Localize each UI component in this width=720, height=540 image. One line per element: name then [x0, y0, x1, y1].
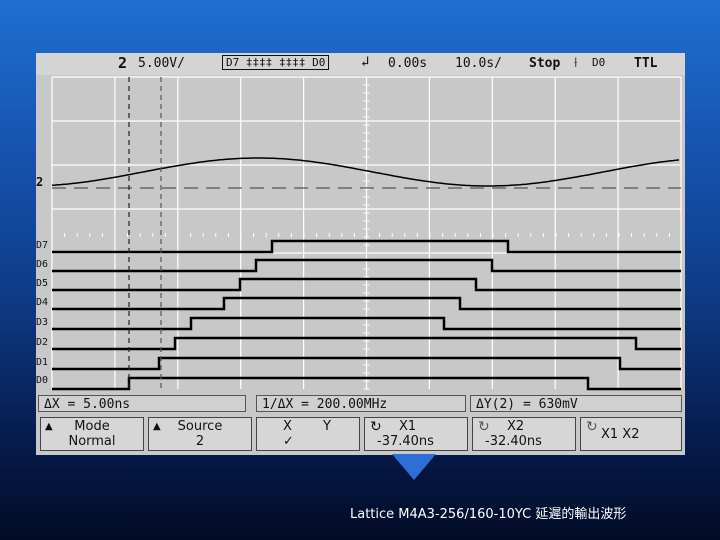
trigger-edge-icon: ⟊	[574, 55, 578, 71]
time-position-icon: ↲	[361, 54, 370, 70]
run-state[interactable]: Stop	[529, 56, 560, 71]
source-label: Source	[177, 419, 223, 434]
digital-channel-mask[interactable]: D7 ‡‡‡‡ ‡‡‡‡ D0	[222, 55, 330, 70]
digital-marker-d5: D5	[36, 278, 49, 289]
volts-per-div[interactable]: 5.00V/	[138, 56, 185, 71]
digital-marker-d3: D3	[36, 317, 49, 328]
digital-marker-d2: D2	[36, 337, 49, 348]
x1-softkey[interactable]: ↻ X1 -37.40ns	[364, 417, 468, 451]
trigger-source[interactable]: D0	[592, 56, 605, 69]
slide-caption: Lattice M4A3-256/160-10YC 延遲的輸出波形	[350, 507, 627, 522]
callout-pointer	[392, 454, 436, 480]
x-label: X	[283, 419, 292, 434]
digital-marker-d4: D4	[36, 297, 49, 308]
y-label: Y	[323, 419, 331, 434]
digital-marker-d7: D7	[36, 240, 49, 251]
channel-number[interactable]: 2	[118, 54, 127, 72]
inverse-delta-x-readout: 1/ΔX = 200.00MHz	[256, 395, 466, 412]
digital-marker-d0: D0	[36, 375, 49, 386]
x1-value: -37.40ns	[377, 434, 434, 449]
check-icon: ✓	[283, 434, 294, 449]
digital-marker-d1: D1	[36, 357, 49, 368]
x1x2-label: X1 X2	[601, 427, 640, 442]
oscilloscope-screen: 2 5.00V/ D7 ‡‡‡‡ ‡‡‡‡ D0 ↲ 0.00s 10.0s/ …	[36, 53, 685, 455]
digital-marker-d6: D6	[36, 259, 49, 270]
x1x2-softkey[interactable]: ↻ X1 X2	[580, 417, 682, 451]
time-position[interactable]: 0.00s	[388, 56, 427, 71]
mode-label: Mode	[74, 419, 110, 434]
delta-x-readout: ΔX = 5.00ns	[38, 395, 246, 412]
x2-value: -32.40ns	[485, 434, 542, 449]
rotate-knob-icon: ↻	[370, 419, 382, 435]
mode-value: Normal	[68, 434, 116, 449]
rotate-knob-icon: ↻	[586, 419, 598, 435]
rotate-knob-icon: ↻	[478, 419, 490, 435]
status-bar: 2 5.00V/ D7 ‡‡‡‡ ‡‡‡‡ D0 ↲ 0.00s 10.0s/ …	[36, 53, 685, 75]
xy-softkey[interactable]: X Y ✓	[256, 417, 360, 451]
delta-y-readout: ΔY(2) = 630mV	[470, 395, 682, 412]
x2-label: X2	[507, 419, 525, 434]
mode-softkey[interactable]: ▲ Mode Normal	[40, 417, 144, 451]
trigger-type[interactable]: TTL	[634, 56, 657, 71]
time-per-div[interactable]: 10.0s/	[455, 56, 502, 71]
analog-channel-marker: 2	[36, 175, 44, 189]
source-value: 2	[195, 434, 205, 449]
source-softkey[interactable]: ▲ Source 2	[148, 417, 252, 451]
x1-label: X1	[399, 419, 417, 434]
x2-softkey[interactable]: ↻ X2 -32.40ns	[472, 417, 576, 451]
